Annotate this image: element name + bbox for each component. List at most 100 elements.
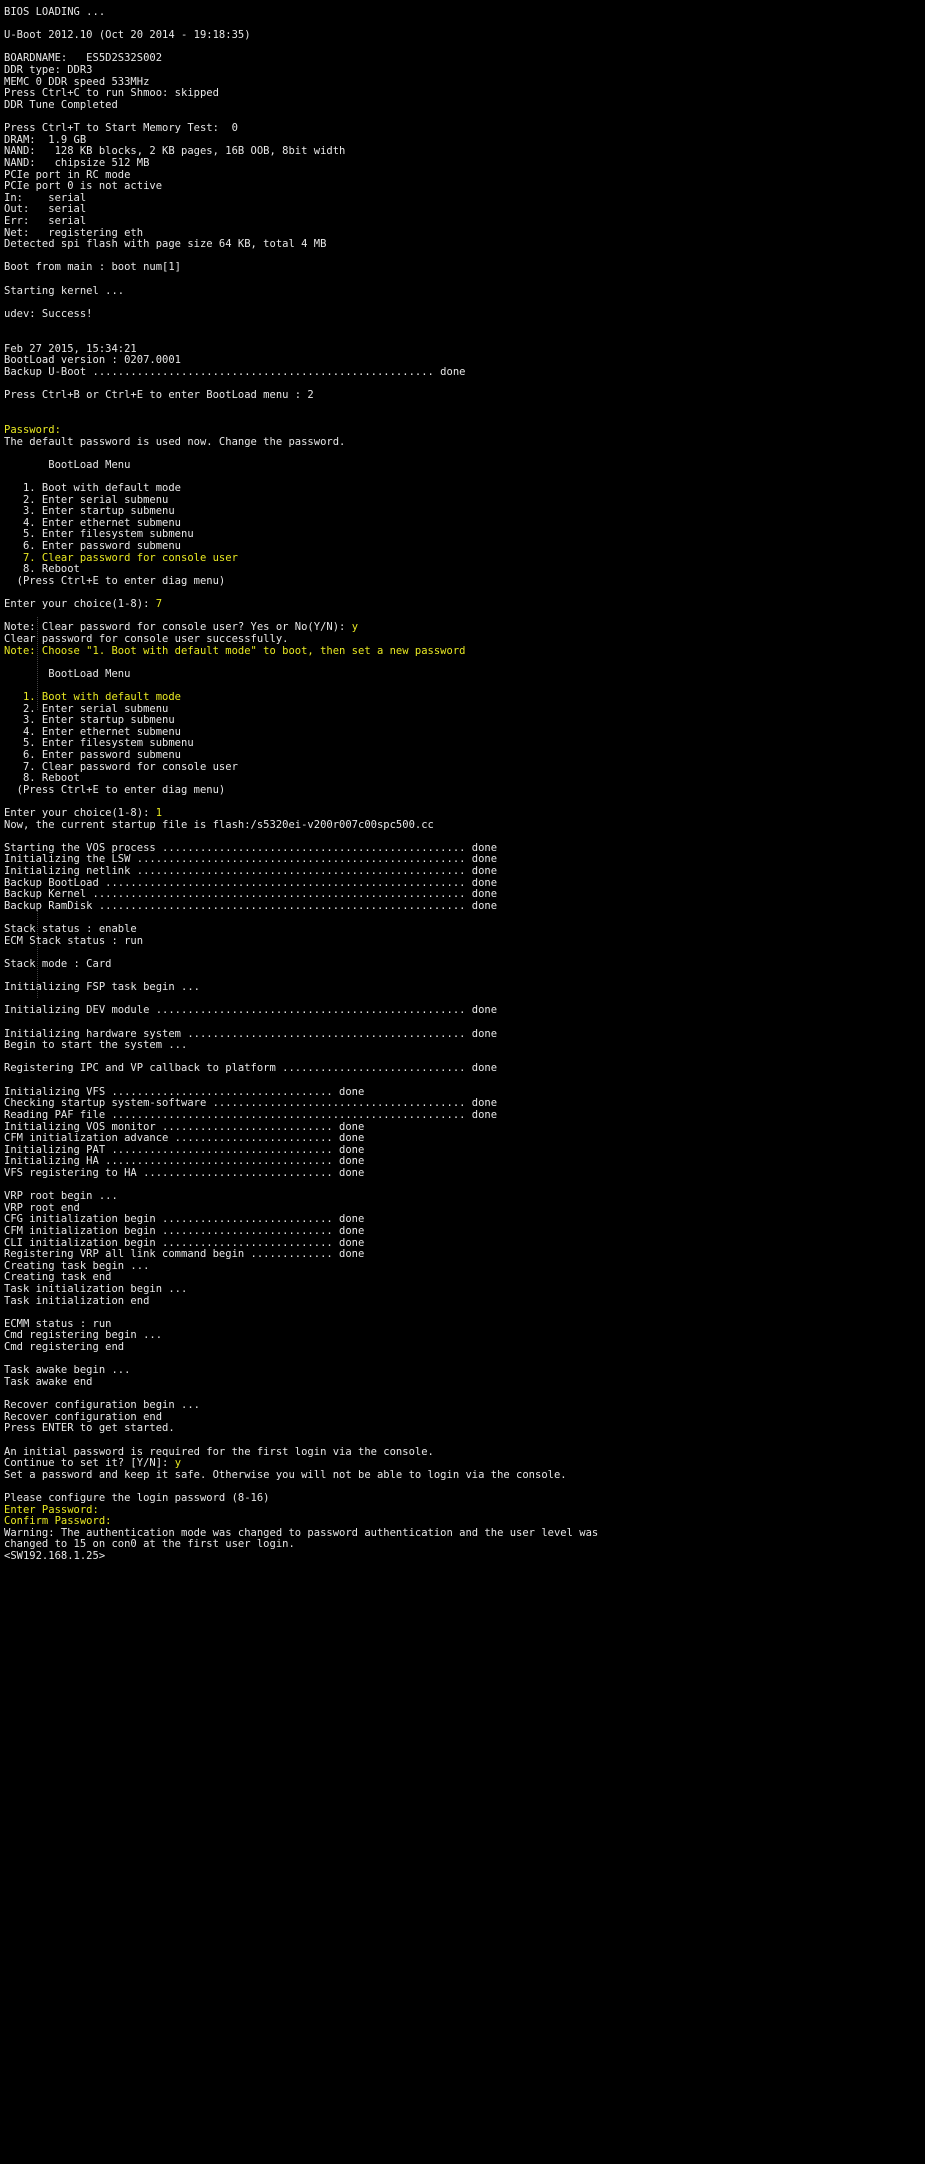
terminal-line: Detected spi flash with page size 64 KB,… [4, 238, 925, 251]
terminal-text: Press Ctrl+T to Start Memory Test: 0 [4, 122, 238, 135]
terminal-text: BOARDNAME: ES5D2S32S002 [4, 52, 163, 65]
terminal-text: Checking startup system-software .......… [4, 1097, 498, 1110]
terminal-line: Enter Password: [4, 1503, 925, 1517]
terminal-line: Begin to start the system ... [4, 1039, 925, 1052]
terminal-line: PCIe port 0 is not active [4, 180, 925, 193]
terminal-line: Starting kernel ... [4, 285, 925, 298]
terminal-line: VRP root begin ... [4, 1190, 925, 1203]
terminal-text: NAND: 128 KB blocks, 2 KB pages, 16B OOB… [4, 145, 346, 158]
terminal-text: The default password is used now. Change… [4, 435, 346, 448]
terminal-text: Begin to start the system ... [4, 1039, 188, 1052]
terminal-text: Please configure the login password (8-1… [4, 1492, 270, 1504]
terminal-text: Backup Kernel ..........................… [4, 888, 498, 901]
terminal-text: Enter your choice(1-8): [4, 598, 156, 611]
terminal-text: Task awake begin ... [4, 1364, 131, 1377]
terminal-text: Recover configuration end [4, 1410, 163, 1423]
terminal-text: (Press Ctrl+E to enter diag menu) [4, 783, 226, 796]
terminal-text: 2. Enter serial submenu [4, 493, 169, 506]
terminal-text: 3. Enter startup submenu [4, 505, 175, 518]
terminal-line: Creating task begin ... [4, 1260, 925, 1273]
terminal-highlight-text: 1 [155, 807, 163, 820]
terminal-highlight-text: Note: Choose "1. Boot with default mode"… [4, 644, 466, 657]
terminal-text: ECMM status : run [4, 1317, 112, 1330]
terminal-text: PCIe port 0 is not active [4, 180, 163, 193]
terminal-line: Task awake end [4, 1375, 925, 1389]
terminal-text: Creating task end [4, 1271, 112, 1284]
terminal-text: 6. Enter password submenu [4, 749, 182, 761]
terminal-text: Net: registering eth [4, 226, 144, 239]
terminal-text: changed to 15 on con0 at the first user … [4, 1538, 295, 1551]
terminal-text: Initializing the LSW ...................… [4, 853, 498, 866]
terminal-text: Out: serial [4, 203, 87, 216]
terminal-line: Backup RamDisk .........................… [4, 899, 925, 913]
terminal-text: BootLoad Menu [4, 667, 131, 680]
terminal-text: Initializing PAT .......................… [4, 1143, 365, 1156]
terminal-text: Initializing FSP task begin ... [4, 981, 200, 994]
terminal-text: Initializing hardware system ...........… [4, 1027, 498, 1040]
terminal-line: udev: Success! [4, 307, 925, 321]
terminal-text: DDR type: DDR3 [4, 64, 93, 77]
terminal-text: udev: Success! [4, 307, 93, 320]
terminal-text: Cmd registering begin ... [4, 1329, 163, 1342]
terminal-text: 4. Enter ethernet submenu [4, 516, 182, 529]
terminal-text: 8. Reboot [4, 772, 80, 785]
terminal-line: Note: Choose "1. Boot with default mode"… [4, 644, 925, 658]
terminal-text: Continue to set it? [Y/N]: [4, 1457, 175, 1470]
terminal-text: VFS registering to HA ..................… [4, 1166, 365, 1179]
terminal-text: 4. Enter ethernet submenu [4, 725, 182, 738]
terminal-text: BootLoad Menu [4, 458, 131, 471]
terminal-console[interactable]: BIOS LOADING ... U-Boot 2012.10 (Oct 20 … [0, 0, 925, 2164]
terminal-line: Press Ctrl+B or Ctrl+E to enter BootLoad… [4, 389, 925, 402]
terminal-text: Clear password for console user successf… [4, 632, 289, 645]
terminal-text: Recover configuration begin ... [4, 1399, 200, 1412]
terminal-text: Warning: The authentication mode was cha… [4, 1526, 599, 1539]
menu-guide-line-2 [37, 905, 38, 998]
terminal-text: Initializing DEV module ................… [4, 1004, 498, 1017]
terminal-output: BIOS LOADING ... U-Boot 2012.10 (Oct 20 … [4, 6, 925, 1563]
terminal-line: U-Boot 2012.10 (Oct 20 2014 - 19:18:35) [4, 29, 925, 42]
menu-guide-line-1 [37, 617, 38, 710]
terminal-text: 1. Boot with default mode [4, 481, 182, 494]
terminal-text: 8. Reboot [4, 563, 80, 576]
terminal-line: Set a password and keep it safe. Otherwi… [4, 1468, 925, 1482]
terminal-line: Initializing DEV module ................… [4, 1005, 925, 1017]
terminal-text: Press ENTER to get started. [4, 1422, 175, 1435]
terminal-line: ECM Stack status : run [4, 935, 925, 948]
terminal-highlight-text: y [174, 1457, 182, 1470]
terminal-line: In: serial [4, 192, 925, 205]
terminal-text: BootLoad version : 0207.0001 [4, 354, 182, 367]
terminal-text: Cmd registering end [4, 1341, 125, 1354]
terminal-text: Stack status : enable [4, 923, 137, 936]
terminal-text: Enter your choice(1-8): [4, 807, 156, 820]
terminal-line: BOARDNAME: ES5D2S32S002 [4, 53, 925, 65]
terminal-highlight-text: Enter Password: [4, 1503, 99, 1516]
terminal-line: DDR Tune Completed [4, 99, 925, 112]
terminal-line: NAND: chipsize 512 MB [4, 157, 925, 170]
terminal-text: Err: serial [4, 214, 87, 227]
terminal-line: Task awake begin ... [4, 1364, 925, 1377]
terminal-line: Registering IPC and VP callback to platf… [4, 1063, 925, 1075]
terminal-line: Backup U-Boot ..........................… [4, 366, 925, 379]
terminal-text: Backup RamDisk .........................… [4, 899, 498, 912]
terminal-line: 7. Clear password for console user [4, 551, 925, 565]
terminal-text: Task awake end [4, 1375, 93, 1388]
terminal-text: Press Ctrl+B or Ctrl+E to enter BootLoad… [4, 389, 314, 402]
terminal-text: Feb 27 2015, 15:34:21 [4, 342, 137, 355]
terminal-text: PCIe port in RC mode [4, 168, 131, 181]
terminal-text: Set a password and keep it safe. Otherwi… [4, 1468, 567, 1481]
terminal-text: MEMC 0 DDR speed 533MHz [4, 75, 150, 88]
terminal-line: Now, the current startup file is flash:/… [4, 819, 925, 832]
terminal-text: Boot from main : boot num[1] [4, 261, 182, 274]
terminal-line: Task initialization end [4, 1295, 925, 1308]
terminal-text: 2. Enter serial submenu [4, 702, 169, 715]
terminal-line: 7. Clear password for console user [4, 761, 925, 774]
terminal-line: Boot from main : boot num[1] [4, 262, 925, 274]
terminal-line: Initializing FSP task begin ... [4, 981, 925, 994]
terminal-highlight-text: 7. Clear password for console user [4, 551, 238, 564]
terminal-text: VRP root end [4, 1201, 80, 1214]
terminal-line: Press ENTER to get started. [4, 1423, 925, 1435]
